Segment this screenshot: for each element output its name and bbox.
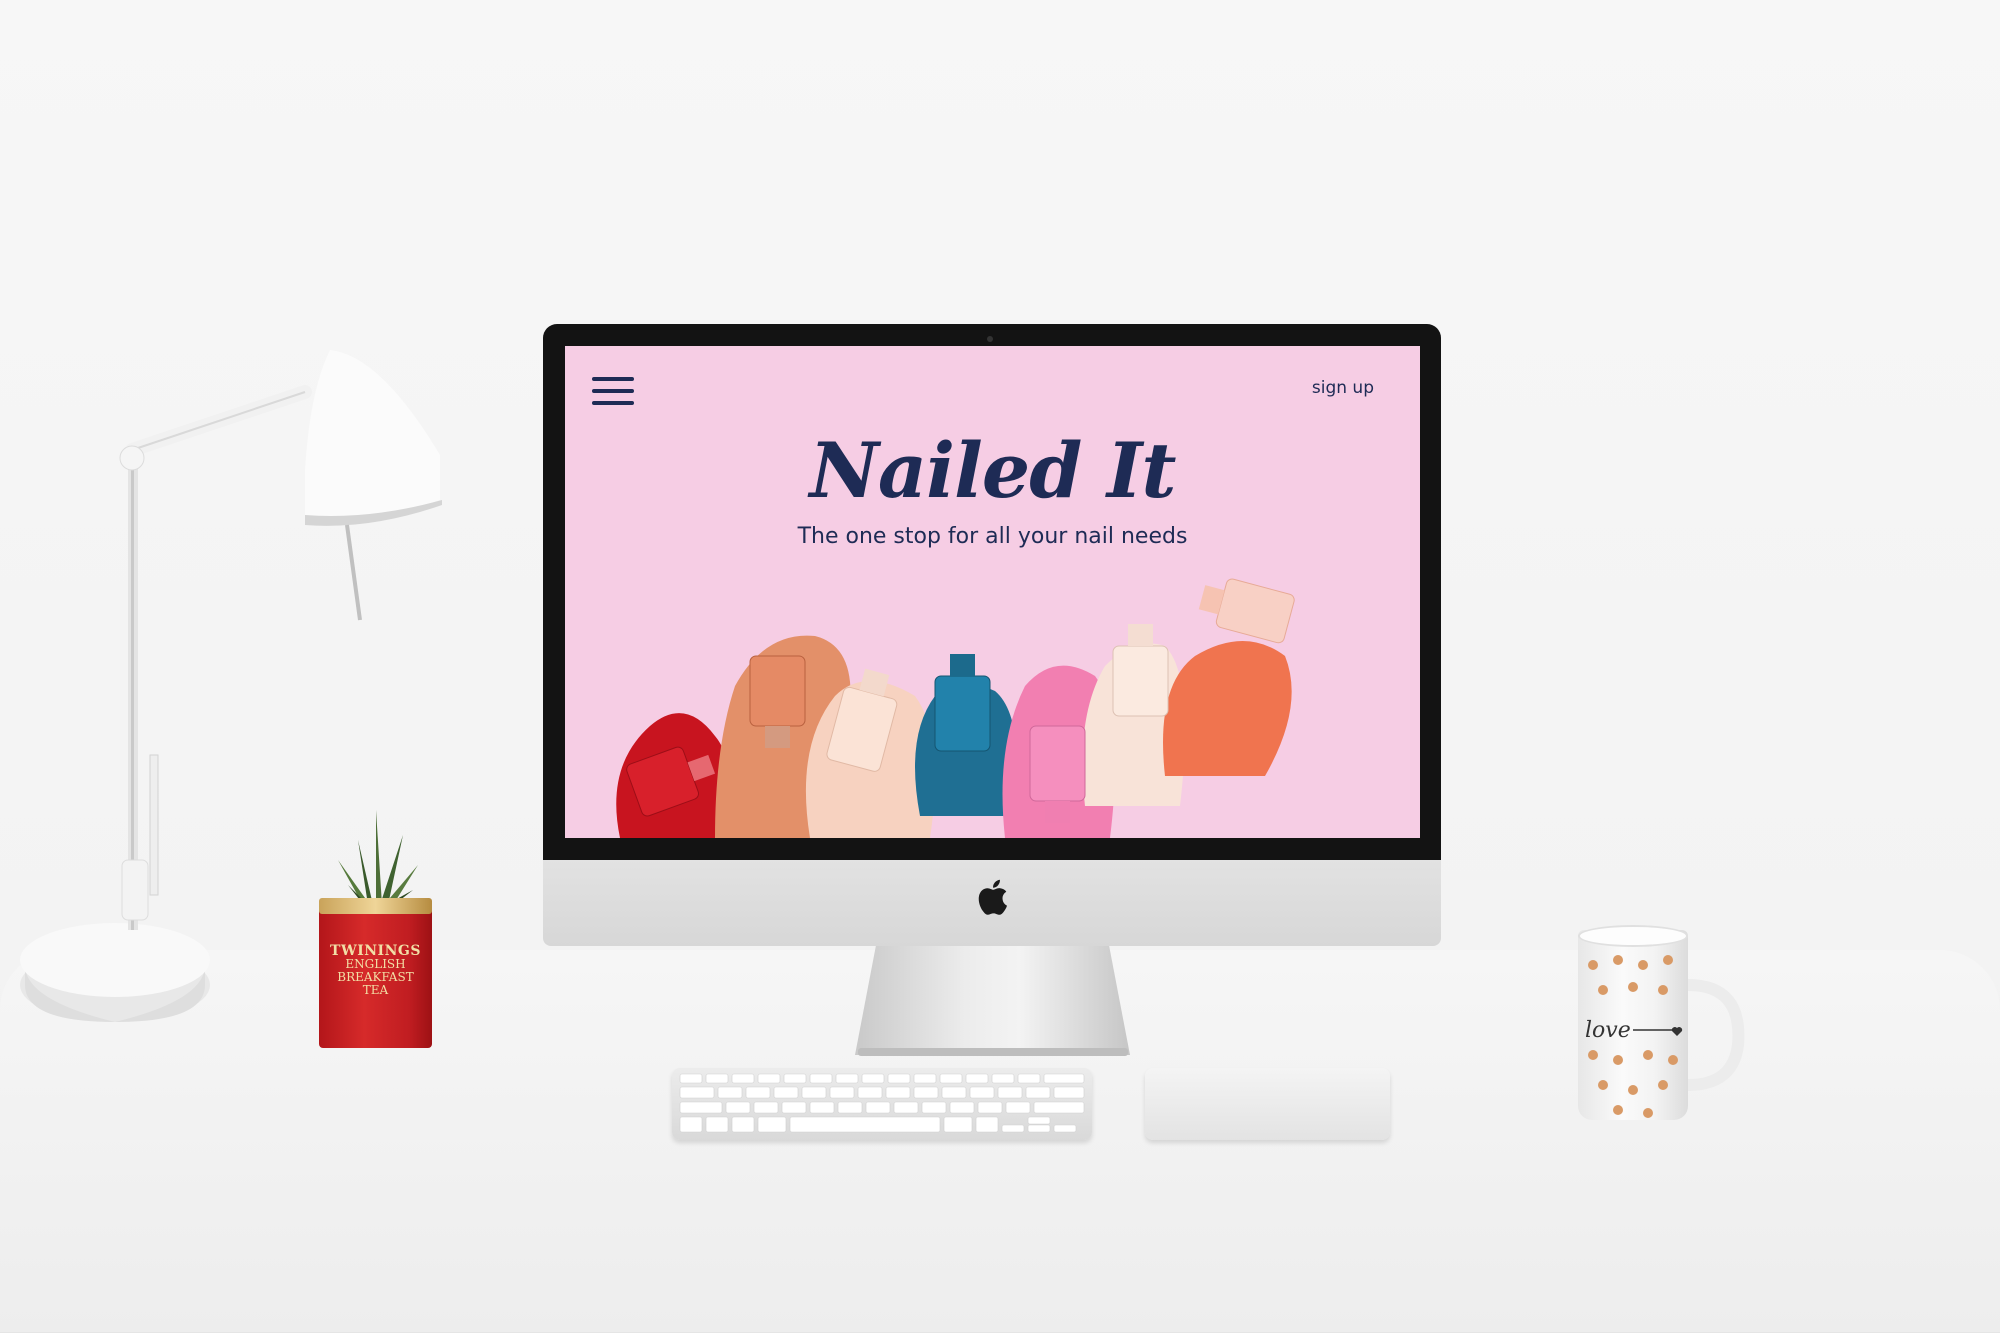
tea-tin-lid <box>319 898 432 914</box>
keyboard <box>672 1068 1092 1140</box>
mug-text: love <box>1585 1018 1631 1043</box>
nail-polish-hero-image <box>616 578 1295 838</box>
imac-stand-base <box>858 1048 1128 1056</box>
mug-rim <box>1578 925 1688 947</box>
apple-logo-icon <box>978 879 1007 915</box>
imac-stand <box>855 940 1130 1055</box>
desk-scene: TWININGS ENGLISH BREAKFAST TEA sign up N… <box>0 0 2000 1333</box>
succulent-plant <box>338 810 418 908</box>
camera-icon <box>987 336 993 342</box>
trackpad <box>1145 1068 1390 1140</box>
website-screen: sign up Nailed It The one stop for all y… <box>565 346 1420 838</box>
tin-line-3: TEA <box>362 983 389 997</box>
tea-tin-label: TWININGS ENGLISH BREAKFAST TEA <box>327 944 424 997</box>
